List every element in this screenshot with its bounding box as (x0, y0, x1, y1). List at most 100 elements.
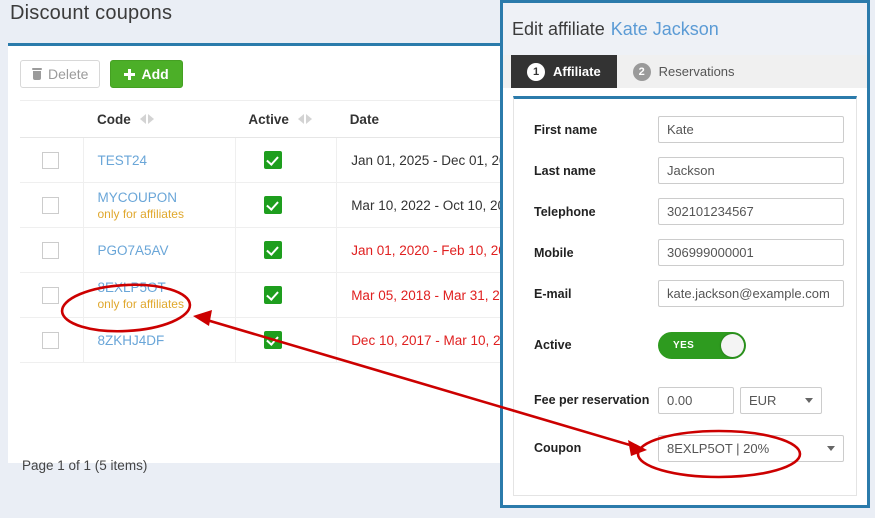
delete-button[interactable]: Delete (20, 60, 101, 88)
row-checkbox[interactable] (42, 151, 59, 169)
active-toggle[interactable]: YES (658, 331, 746, 359)
fee-row: Fee per reservation EUR (514, 376, 856, 424)
tab-affiliate-number: 1 (527, 62, 545, 81)
email-row: E-mail (514, 273, 856, 314)
table-row: 8EXLP5OT only for affiliates Mar 05, 201… (20, 272, 550, 318)
affiliate-form: First name Last name Telephone Mobile E-… (513, 96, 857, 496)
active-toggle-label: YES (673, 339, 695, 351)
active-check-icon (263, 286, 282, 304)
first-name-row: First name (514, 109, 856, 150)
list-toolbar: Delete Add (20, 60, 183, 88)
pagination-info: Page 1 of 1 (5 items) (22, 458, 148, 473)
last-name-field[interactable] (658, 157, 844, 184)
trash-icon (32, 68, 42, 80)
sort-active-icon[interactable] (297, 114, 312, 124)
coupon-code-link[interactable]: MYCOUPON (97, 190, 234, 205)
table-body: TEST24 Jan 01, 2025 - Dec 01, 2025 MYCOU (20, 137, 550, 363)
row-code-cell: PGO7A5AV (83, 227, 236, 273)
mobile-field[interactable] (658, 239, 844, 266)
coupon-select[interactable]: 8EXLP5OT | 20% (658, 434, 844, 462)
coupon-code-link[interactable]: 8EXLP5OT (97, 280, 234, 295)
row-active-cell (235, 137, 338, 183)
coupon-select-value: 8EXLP5OT | 20% (667, 440, 770, 456)
screen-root: Discount coupons Delete Add Code Active … (0, 0, 875, 518)
row-select-cell (20, 182, 85, 228)
tab-bar: 1 Affiliate 2 Reservations (503, 55, 867, 88)
row-code-cell: 8EXLP5OT only for affiliates (83, 272, 236, 318)
row-active-cell (235, 317, 338, 363)
coupon-list-area: Discount coupons Delete Add Code Active … (0, 0, 568, 518)
active-check-icon (263, 331, 282, 349)
edit-panel-title: Edit affiliate (512, 18, 605, 39)
row-active-cell (235, 272, 338, 318)
tab-reservations[interactable]: 2 Reservations (616, 55, 751, 88)
fee-amount-field[interactable] (658, 386, 734, 414)
coupon-row: Coupon 8EXLP5OT | 20% (514, 424, 856, 472)
coupon-table: Code Active Date TEST24 Jan 01, 2025 - D… (20, 100, 550, 363)
active-check-icon (263, 241, 282, 259)
header-active-label: Active (248, 111, 289, 127)
active-toggle-knob (721, 333, 744, 357)
sort-code-icon[interactable] (139, 114, 154, 124)
row-select-cell (20, 272, 85, 318)
first-name-label: First name (534, 122, 598, 137)
table-row: PGO7A5AV Jan 01, 2020 - Feb 10, 2020 (20, 227, 550, 273)
coupon-code-link[interactable]: 8ZKHJ4DF (97, 333, 234, 348)
telephone-field[interactable] (658, 198, 844, 225)
delete-button-label: Delete (48, 66, 89, 82)
active-label: Active (534, 338, 572, 352)
active-check-icon (263, 151, 282, 169)
fee-label: Fee per reservation (534, 393, 650, 407)
table-row: MYCOUPON only for affiliates Mar 10, 202… (20, 182, 550, 228)
active-row: Active YES (514, 314, 856, 376)
row-select-cell (20, 317, 85, 363)
header-select (20, 100, 84, 138)
row-checkbox[interactable] (42, 331, 59, 349)
last-name-label: Last name (534, 163, 596, 178)
mobile-row: Mobile (514, 232, 856, 273)
edit-panel-affiliate-name[interactable]: Kate Jackson (611, 19, 719, 40)
row-code-cell: TEST24 (83, 137, 236, 183)
telephone-row: Telephone (514, 191, 856, 232)
row-active-cell (235, 182, 338, 228)
add-button[interactable]: Add (110, 60, 183, 88)
coupon-list-panel: Delete Add Code Active Date TEST24 Jan 0… (8, 43, 568, 473)
active-check-icon (263, 196, 282, 214)
coupon-code-link[interactable]: TEST24 (97, 153, 234, 168)
header-date-label: Date (349, 111, 379, 127)
coupon-note: only for affiliates (97, 296, 184, 311)
tab-affiliate[interactable]: 1 Affiliate (511, 55, 617, 88)
chevron-down-icon (827, 445, 835, 451)
row-code-cell: 8ZKHJ4DF (83, 317, 236, 363)
coupon-label: Coupon (534, 441, 582, 455)
row-select-cell (20, 227, 85, 273)
currency-select-value: EUR (749, 392, 777, 408)
plus-icon (124, 68, 136, 80)
header-active: Active (235, 100, 337, 138)
row-active-cell (235, 227, 338, 273)
edit-panel-header: Edit affiliate Kate Jackson (503, 3, 867, 55)
currency-select[interactable]: EUR (740, 386, 822, 414)
row-checkbox[interactable] (42, 241, 59, 259)
telephone-label: Telephone (534, 204, 596, 219)
tab-affiliate-label: Affiliate (553, 64, 601, 79)
email-field[interactable] (658, 280, 844, 307)
row-code-cell: MYCOUPON only for affiliates (83, 182, 236, 228)
mobile-label: Mobile (534, 245, 574, 260)
header-code-label: Code (96, 111, 131, 127)
edit-affiliate-panel: Edit affiliate Kate Jackson 1 Affiliate … (500, 0, 870, 508)
add-button-label: Add (141, 66, 169, 82)
email-label: E-mail (534, 286, 572, 301)
last-name-row: Last name (514, 150, 856, 191)
table-header-row: Code Active Date (20, 100, 550, 138)
coupon-code-link[interactable]: PGO7A5AV (97, 243, 234, 258)
row-select-cell (20, 137, 85, 183)
tab-reservations-label: Reservations (658, 64, 735, 79)
header-code: Code (83, 100, 236, 138)
row-checkbox[interactable] (42, 196, 59, 214)
first-name-field[interactable] (658, 116, 844, 143)
row-checkbox[interactable] (42, 286, 59, 304)
table-row: 8ZKHJ4DF Dec 10, 2017 - Mar 10, 2018 (20, 317, 550, 363)
chevron-down-icon (805, 397, 813, 403)
table-row: TEST24 Jan 01, 2025 - Dec 01, 2025 (20, 137, 550, 183)
